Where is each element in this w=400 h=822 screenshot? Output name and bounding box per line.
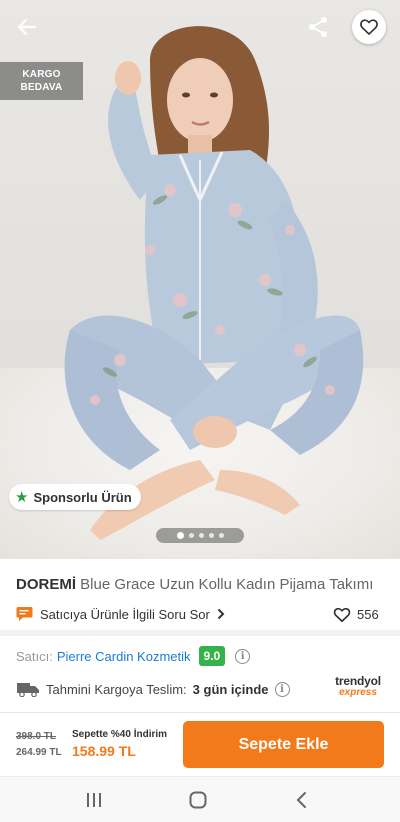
- back-button[interactable]: [10, 10, 44, 44]
- section-divider: [0, 630, 400, 636]
- free-shipping-line1: KARGO: [22, 69, 61, 80]
- arrow-left-icon: [17, 18, 37, 36]
- system-back-button[interactable]: [287, 787, 317, 813]
- sponsored-label: Sponsorlu Ürün: [33, 489, 132, 505]
- divider: [0, 558, 400, 559]
- favorite-count-value: 556: [357, 606, 379, 622]
- final-price: 158.99 TL: [72, 743, 136, 759]
- seller-label: Satıcı:: [16, 648, 53, 664]
- product-title: DOREMİ Blue Grace Uzun Kollu Kadın Pijam…: [16, 576, 388, 593]
- pager-dot[interactable]: [188, 533, 194, 538]
- original-price: 398.0 TL: [16, 731, 57, 742]
- divider: [0, 712, 400, 713]
- share-icon: [309, 17, 327, 37]
- delivery-row: Tahmini Kargoya Teslim: 3 gün içinde i: [16, 678, 290, 700]
- express-logo-line2: express: [339, 687, 377, 698]
- sponsored-badge: ★ Sponsorlu Ürün: [9, 484, 141, 510]
- truck-icon: [17, 683, 39, 697]
- favorite-button[interactable]: [352, 10, 386, 44]
- chat-bubble-icon: [16, 607, 33, 621]
- heart-outline-icon: [333, 607, 351, 622]
- seller-score-badge: 9.0: [198, 646, 226, 666]
- free-shipping-badge: KARGO BEDAVA: [0, 62, 83, 100]
- ask-seller-label: Satıcıya Ürünle İlgili Soru Sor: [40, 606, 210, 622]
- info-icon[interactable]: i: [274, 681, 290, 697]
- heart-outline-icon: [360, 19, 378, 35]
- home-button[interactable]: [183, 787, 213, 813]
- ask-seller-link[interactable]: Satıcıya Ürünle İlgili Soru Sor: [16, 603, 225, 625]
- discounted-price: 264.99 TL: [16, 747, 62, 758]
- add-to-cart-button[interactable]: Sepete Ekle: [183, 721, 384, 768]
- share-button[interactable]: [302, 11, 334, 43]
- pager-dot[interactable]: [176, 532, 184, 539]
- pager-dot[interactable]: [208, 533, 214, 538]
- product-brand[interactable]: DOREMİ: [16, 576, 76, 593]
- star-icon: ★: [15, 488, 29, 506]
- image-pager-dots[interactable]: [156, 528, 244, 543]
- free-shipping-line2: BEDAVA: [20, 82, 63, 93]
- seller-row: Satıcı: Pierre Cardin Kozmetik 9.0 i: [16, 645, 251, 667]
- delivery-label: Tahmini Kargoya Teslim:: [46, 681, 187, 697]
- recent-apps-icon: [87, 793, 101, 807]
- express-logo-line1: trendyol: [335, 674, 381, 688]
- basket-discount-label: Sepette %40 İndirim: [72, 729, 168, 740]
- recent-apps-button[interactable]: [79, 787, 109, 813]
- product-name: Blue Grace Uzun Kollu Kadın Pijama Takım…: [80, 576, 374, 593]
- seller-name-link[interactable]: Pierre Cardin Kozmetik: [57, 649, 191, 664]
- favorite-count[interactable]: 556: [333, 603, 379, 625]
- chevron-right-icon: [217, 608, 225, 620]
- trendyol-express-logo: trendyol express: [330, 674, 386, 698]
- home-icon: [189, 791, 207, 809]
- pager-dot[interactable]: [218, 533, 224, 538]
- info-icon[interactable]: i: [235, 648, 251, 664]
- system-navigation-bar: [0, 776, 400, 822]
- delivery-value: 3 gün içinde: [192, 681, 269, 697]
- chevron-left-icon: [296, 792, 306, 808]
- product-image-gallery[interactable]: KARGO BEDAVA ★ Sponsorlu Ürün: [0, 0, 400, 558]
- pager-dot[interactable]: [198, 533, 204, 538]
